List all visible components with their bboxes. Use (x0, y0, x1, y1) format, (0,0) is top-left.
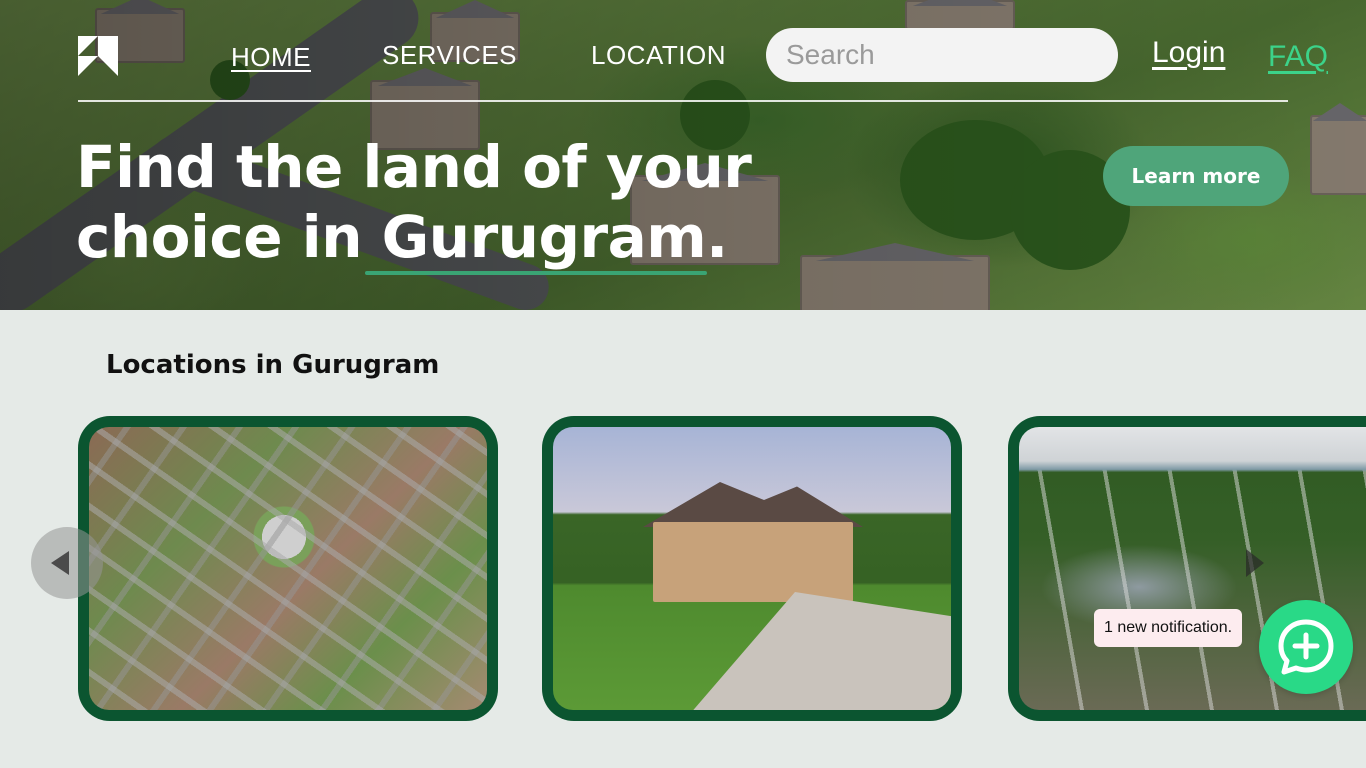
login-link[interactable]: Login (1152, 36, 1225, 70)
learn-more-button[interactable]: Learn more (1103, 146, 1289, 206)
faq-link[interactable]: FAQ (1268, 40, 1328, 74)
hero-headline: Find the land of your choice in Gurugram… (76, 132, 776, 272)
search-input[interactable] (766, 28, 1118, 82)
hero-headline-line1: Find the land of your (76, 133, 752, 201)
chevron-left-icon (51, 551, 69, 575)
chat-button[interactable] (1259, 600, 1353, 694)
notification-tooltip: 1 new notification. (1094, 609, 1243, 647)
hero-headline-line2: choice in Gurugram. (76, 203, 728, 271)
location-image-house (553, 427, 951, 710)
logo-icon[interactable] (78, 36, 118, 76)
driveway (683, 592, 951, 710)
location-card[interactable] (542, 416, 962, 721)
carousel-next-button[interactable] (1238, 545, 1274, 581)
carousel-prev-button[interactable] (31, 527, 103, 599)
nav-location[interactable]: LOCATION (591, 40, 726, 71)
location-card[interactable] (78, 416, 498, 721)
house-body (653, 522, 853, 602)
locations-title: Locations in Gurugram (106, 350, 440, 380)
headline-underline (365, 271, 707, 275)
nav-divider (78, 100, 1288, 102)
house-roof (643, 482, 863, 527)
chat-plus-icon (1278, 619, 1334, 675)
nav-services[interactable]: SERVICES (382, 40, 517, 71)
location-image-aerial (89, 427, 487, 710)
chevron-right-icon (1246, 549, 1264, 577)
hero-banner: HOME SERVICES LOCATION Login FAQ Find th… (0, 0, 1366, 310)
nav-home[interactable]: HOME (231, 42, 311, 73)
